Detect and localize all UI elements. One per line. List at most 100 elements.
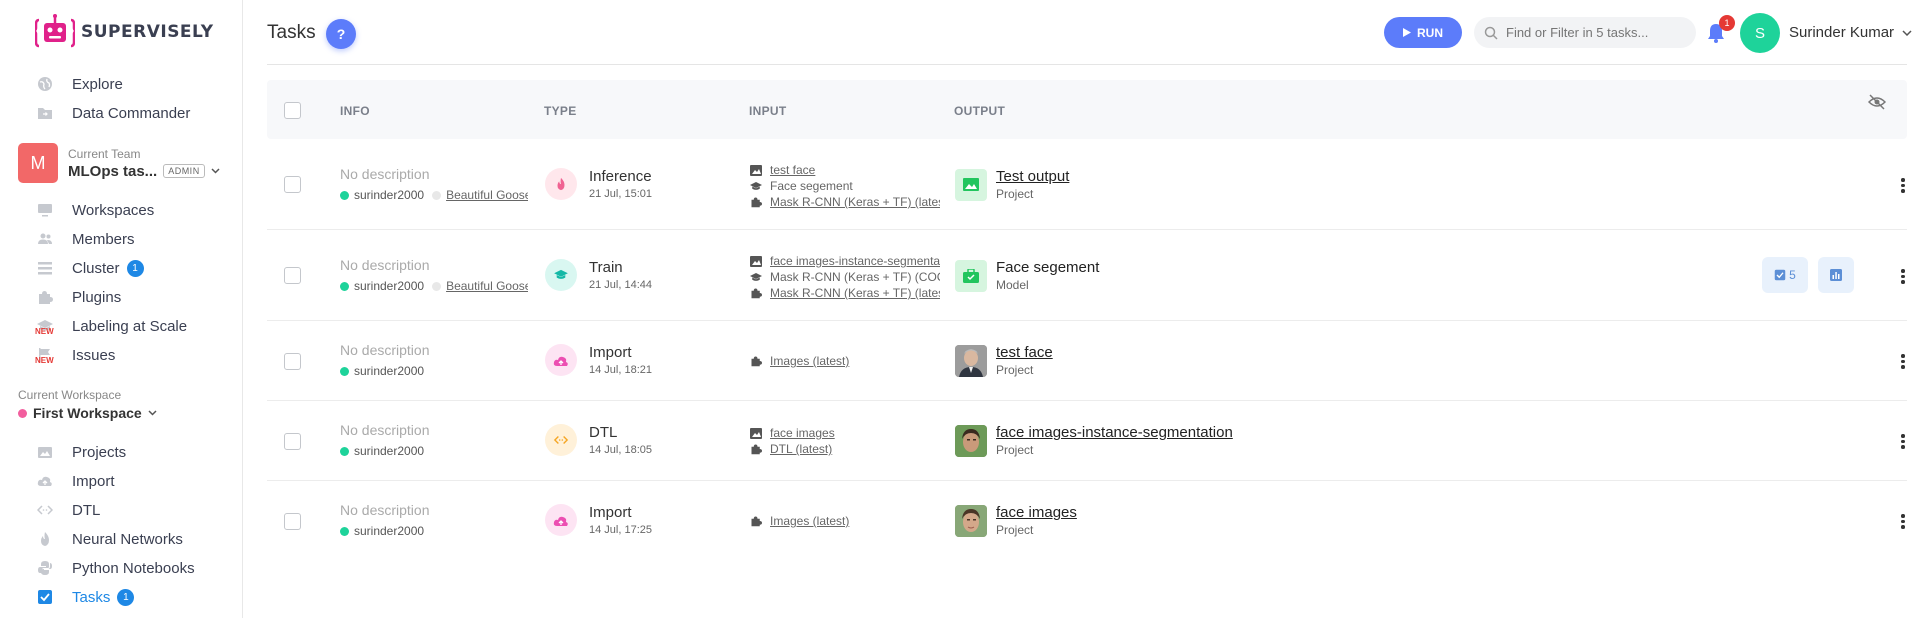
code-icon [36,501,54,519]
workspace-selector[interactable]: First Workspace [18,405,157,421]
sidebar-item-projects[interactable]: Projects [36,440,126,464]
row-menu-button[interactable] [1901,514,1905,531]
task-owner: surinder2000 [354,188,425,202]
row-menu-button[interactable] [1901,354,1905,371]
input-plugin-link[interactable]: Mask R-CNN (Keras + TF) (latest) [770,286,940,300]
metrics-chip[interactable] [1818,257,1854,293]
sidebar-item-import[interactable]: Import [36,469,115,493]
list-icon [36,259,54,277]
search-box[interactable] [1474,17,1696,48]
select-all-checkbox[interactable] [284,102,301,119]
agent-dot [432,281,442,291]
task-description: No description [340,502,430,518]
output-link[interactable]: face images-instance-segmentation [996,424,1233,441]
images-icon [750,255,762,267]
task-description: No description [340,422,430,438]
task-description: No description [340,166,430,182]
input-project-link[interactable]: test face [770,163,815,177]
user-avatar[interactable]: S [1740,13,1780,53]
project-thumbnail [955,504,987,537]
row-menu-button[interactable] [1901,269,1905,286]
notifications-button[interactable]: 1 [1704,15,1735,44]
flame-icon [36,530,54,548]
header-divider [267,64,1907,65]
import-type-icon [545,344,577,376]
status-dot [340,526,349,536]
sidebar-item-python-notebooks[interactable]: Python Notebooks [36,556,195,580]
input-project-link[interactable]: face images [770,426,835,440]
eye-off-icon[interactable] [1868,93,1886,111]
row-menu-button[interactable] [1901,178,1905,195]
input-model: Mask R-CNN (Keras + TF) (COCO) [770,270,940,284]
team-name: MLOps tas... [68,162,158,180]
chart-icon [1830,269,1842,281]
agent-link[interactable]: Beautiful Goose [446,188,528,202]
sidebar-item-label: Python Notebooks [72,559,195,577]
user-menu[interactable]: Surinder Kumar [1789,24,1912,41]
play-icon [1403,28,1411,37]
row-checkbox[interactable] [284,353,301,370]
input-project-link[interactable]: face images-instance-segmentation [770,254,940,268]
logo-text: SUPERVISELY [81,22,214,42]
output-link[interactable]: test face [996,344,1053,361]
dtl-type-icon [545,424,577,456]
sidebar-item-label: Tasks [72,588,111,606]
sidebar-item-label: DTL [72,501,101,519]
task-type: Inference [589,168,652,185]
sidebar-item-neural-networks[interactable]: Neural Networks [36,527,183,551]
sidebar-item-label: Members [72,230,135,248]
help-button[interactable]: ? [326,19,356,49]
graduation-cap-icon [750,181,762,190]
user-name: Surinder Kumar [1789,24,1895,41]
search-input[interactable] [1506,25,1686,40]
sidebar: SUPERVISELY Explore Data Commander M Cur… [0,0,243,618]
output-kind: Project [996,363,1034,377]
row-checkbox[interactable] [284,513,301,530]
logo[interactable]: SUPERVISELY [35,14,214,50]
output-link[interactable]: face images [996,504,1077,521]
sidebar-item-tasks[interactable]: Tasks 1 [36,585,135,609]
agent-link[interactable]: Beautiful Goose [446,279,528,293]
sidebar-item-cluster[interactable]: Cluster 1 [36,256,144,280]
output-link[interactable]: Test output [996,168,1069,185]
sidebar-item-data-commander[interactable]: Data Commander [36,101,190,125]
task-date: 14 Jul, 17:25 [589,524,652,536]
sidebar-item-plugins[interactable]: Plugins [36,285,121,309]
input-plugin-link[interactable]: DTL (latest) [770,442,832,456]
row-checkbox[interactable] [284,176,301,193]
sidebar-item-label: Import [72,472,115,490]
robot-logo-icon [35,14,75,48]
sidebar-item-dtl[interactable]: DTL [36,498,100,522]
task-owner: surinder2000 [354,279,425,293]
sidebar-item-issues[interactable]: NEW Issues [35,343,115,367]
checkpoints-chip[interactable]: 5 [1762,257,1808,293]
input-plugin-link[interactable]: Images (latest) [770,354,849,368]
train-type-icon [545,259,577,291]
output-kind: Project [996,443,1034,457]
status-dot [340,366,349,376]
row-checkbox[interactable] [284,433,301,450]
status-dot [340,190,349,200]
input-plugin-link[interactable]: Images (latest) [770,514,849,528]
task-date: 14 Jul, 18:21 [589,364,652,376]
model-thumbnail [955,259,987,292]
task-owner: surinder2000 [354,524,425,538]
new-tag: NEW [35,327,54,336]
checkpoints-count: 5 [1789,268,1796,282]
row-menu-button[interactable] [1901,434,1905,451]
images-icon [36,443,54,461]
team-selector[interactable]: M Current Team MLOps tas... ADMIN [18,143,220,183]
task-description: No description [340,257,430,273]
cloud-upload-icon [36,472,54,490]
sidebar-item-workspaces[interactable]: Workspaces [36,198,154,222]
sidebar-item-members[interactable]: Members [36,227,135,251]
run-button[interactable]: RUN [1384,17,1462,48]
input-plugin-link[interactable]: Mask R-CNN (Keras + TF) (latest) [770,195,940,209]
sidebar-item-label: Cluster [72,259,120,277]
tasks-count-badge: 1 [117,588,135,606]
row-checkbox[interactable] [284,267,301,284]
sidebar-item-explore[interactable]: Explore [36,72,123,96]
sidebar-item-labeling-at-scale[interactable]: NEW Labeling at Scale [35,314,187,338]
images-icon [750,427,762,439]
task-date: 14 Jul, 18:05 [589,444,652,456]
